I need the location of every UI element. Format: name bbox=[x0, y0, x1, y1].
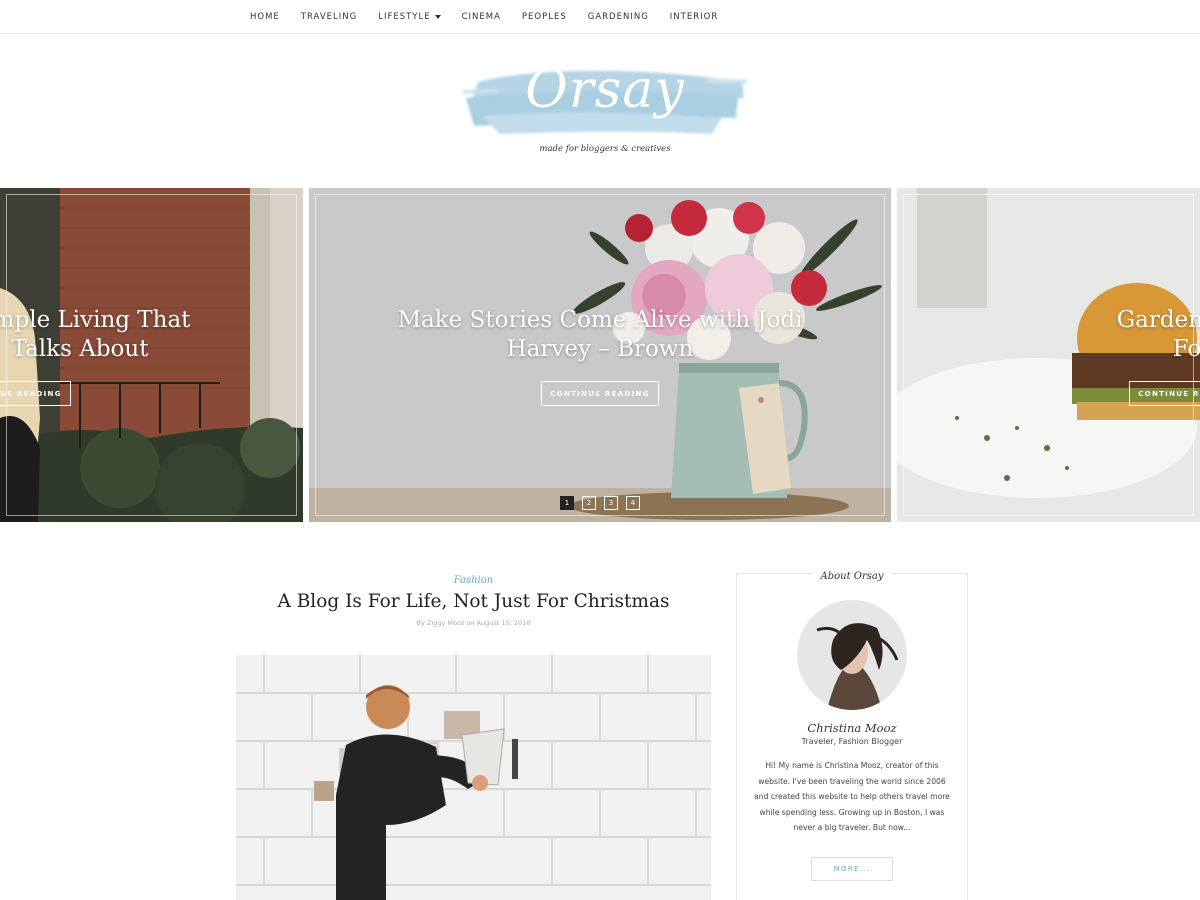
top-navigation: HOME TRAVELING LIFESTYLE CINEMA PEOPLES … bbox=[0, 0, 1200, 34]
nav-item-cinema[interactable]: CINEMA bbox=[452, 12, 511, 22]
nav-item-interior[interactable]: INTERIOR bbox=[660, 12, 728, 22]
slide-title[interactable]: Gardening Is The For The bbox=[1018, 306, 1200, 364]
more-button[interactable]: MORE... bbox=[811, 857, 893, 881]
continue-reading-button[interactable]: CONTINUE READING bbox=[0, 381, 71, 406]
site-logo[interactable]: Orsay made for bloggers & creatives bbox=[460, 60, 750, 160]
nav-item-gardening[interactable]: GARDENING bbox=[578, 12, 659, 22]
caret-down-icon bbox=[434, 15, 441, 19]
author-name: Christina Mooz bbox=[807, 721, 897, 735]
nav-item-home[interactable]: HOME bbox=[240, 12, 290, 22]
about-widget: About Orsay Christina Mooz Traveler, Fas… bbox=[736, 571, 968, 900]
nav-item-peoples[interactable]: PEOPLES bbox=[512, 12, 577, 22]
slide-title-line: For The bbox=[1172, 336, 1200, 362]
slide-title-line: Simple Living That bbox=[0, 307, 191, 333]
logo-tagline: made for bloggers & creatives bbox=[539, 144, 671, 154]
nav-item-traveling[interactable]: TRAVELING bbox=[291, 12, 367, 22]
continue-reading-button[interactable]: CONTINUE READING bbox=[1129, 381, 1200, 406]
nav-item-label: LIFESTYLE bbox=[378, 12, 431, 22]
nav-item-label: GARDENING bbox=[587, 12, 649, 22]
author-bio: Hi! My name is Christina Mooz, creator o… bbox=[754, 761, 950, 832]
slider-page-3[interactable]: 3 bbox=[604, 496, 618, 510]
slide-title-line: Talks About bbox=[11, 336, 149, 362]
nav-item-label: INTERIOR bbox=[669, 12, 719, 22]
nav-item-label: TRAVELING bbox=[300, 12, 358, 22]
slider-pagination: 1 2 3 4 bbox=[560, 496, 648, 510]
author-role: Traveler, Fashion Blogger bbox=[801, 737, 903, 746]
slider-page-2[interactable]: 2 bbox=[582, 496, 596, 510]
post-image bbox=[236, 655, 711, 900]
post-featured-image[interactable] bbox=[236, 655, 711, 900]
nav-item-label: CINEMA bbox=[461, 12, 501, 22]
slide-3[interactable]: Gardening Is The For The CONTINUE READIN… bbox=[897, 188, 1200, 522]
nav-item-label: PEOPLES bbox=[521, 12, 567, 22]
slide-1[interactable]: Simple Living That Talks About CONTINUE … bbox=[0, 188, 303, 522]
nav-menu: HOME TRAVELING LIFESTYLE CINEMA PEOPLES … bbox=[240, 0, 729, 34]
slider-page-1[interactable]: 1 bbox=[560, 496, 574, 510]
featured-slider: Simple Living That Talks About CONTINUE … bbox=[0, 188, 1200, 522]
slide-2[interactable]: Make Stories Come Alive with Jodi Harvey… bbox=[309, 188, 891, 522]
continue-reading-button[interactable]: CONTINUE READING bbox=[541, 381, 659, 406]
widget-title-text: About Orsay bbox=[813, 571, 891, 582]
post-category[interactable]: Fashion bbox=[236, 575, 711, 586]
post-meta: By Ziggy Mooz on August 15, 2016 bbox=[416, 619, 531, 627]
slide-title[interactable]: Simple Living That Talks About bbox=[0, 306, 280, 364]
nav-item-label: HOME bbox=[250, 12, 280, 22]
post-title[interactable]: A Blog Is For Life, Not Just For Christm… bbox=[236, 591, 711, 612]
nav-item-lifestyle[interactable]: LIFESTYLE bbox=[368, 12, 450, 22]
slide-title[interactable]: Make Stories Come Alive with Jodi Harvey… bbox=[309, 306, 891, 364]
slide-title-line: Harvey – Brown bbox=[506, 336, 694, 362]
avatar-image bbox=[797, 600, 907, 710]
logo-wordmark: Orsay bbox=[525, 60, 685, 120]
widget-title: About Orsay bbox=[737, 566, 967, 584]
slide-title-line: Make Stories Come Alive with Jodi bbox=[397, 307, 803, 333]
slide-title-line: Gardening Is The bbox=[1116, 307, 1200, 333]
slider-page-4[interactable]: 4 bbox=[626, 496, 640, 510]
author-avatar[interactable] bbox=[797, 600, 907, 710]
